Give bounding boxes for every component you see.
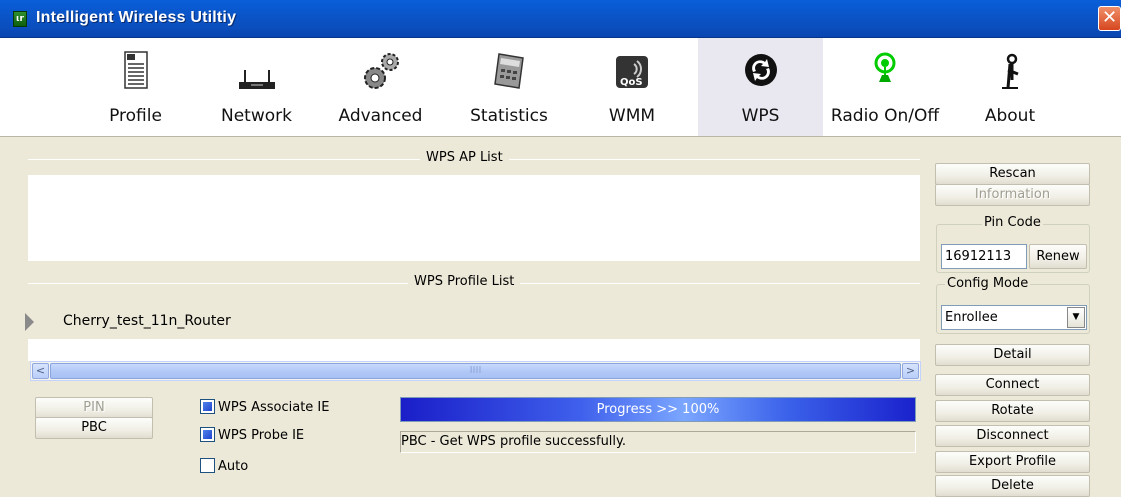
delete-button[interactable]: Delete bbox=[935, 475, 1090, 497]
wps-probe-ie-checkbox[interactable]: WPS Probe IE bbox=[200, 427, 304, 443]
tab-label-profile: Profile bbox=[109, 106, 162, 126]
app-icon: ιr bbox=[13, 11, 27, 27]
tab-advanced[interactable]: Advanced bbox=[333, 38, 428, 136]
information-button[interactable]: Information bbox=[935, 184, 1090, 206]
pin-button[interactable]: PIN bbox=[35, 397, 153, 419]
tab-label-about: About bbox=[984, 106, 1036, 126]
detail-button[interactable]: Detail bbox=[935, 344, 1090, 366]
ap-list-title: WPS AP List bbox=[420, 150, 509, 165]
tab-label-wps: WPS bbox=[741, 106, 780, 126]
tab-profile[interactable]: Profile bbox=[92, 38, 179, 136]
gears-icon bbox=[363, 53, 399, 89]
qos-icon: QoS bbox=[616, 56, 648, 88]
rotate-button[interactable]: Rotate bbox=[935, 400, 1090, 422]
wps-associate-ie-label: WPS Associate IE bbox=[218, 400, 330, 415]
profile-name: Cherry_test_11n_Router bbox=[63, 313, 231, 329]
selection-arrow-icon bbox=[25, 313, 34, 331]
horizontal-scrollbar[interactable]: < IIII > bbox=[30, 361, 921, 381]
pbc-button[interactable]: PBC bbox=[35, 417, 153, 439]
scrollbar-thumb[interactable]: IIII bbox=[50, 363, 901, 379]
scroll-left-button[interactable]: < bbox=[32, 363, 49, 379]
wps-probe-ie-label: WPS Probe IE bbox=[218, 428, 305, 443]
title-bar: ιr Intelligent Wireless Utiltiy ✕ bbox=[0, 0, 1121, 38]
pin-code-label: Pin Code bbox=[982, 215, 1043, 230]
scroll-right-button[interactable]: > bbox=[902, 363, 919, 379]
checkbox-unchecked-icon bbox=[200, 458, 215, 473]
tab-label-network: Network bbox=[221, 106, 292, 126]
radio-antenna-icon bbox=[874, 52, 896, 82]
pin-code-field[interactable]: 16912113 bbox=[941, 244, 1027, 269]
tab-wps[interactable]: WPS bbox=[698, 38, 823, 136]
window-title: Intelligent Wireless Utiltiy bbox=[36, 9, 237, 26]
tab-label-advanced: Advanced bbox=[338, 106, 423, 126]
status-text: PBC - Get WPS profile successfully. bbox=[400, 431, 916, 453]
export-profile-button[interactable]: Export Profile bbox=[935, 451, 1090, 473]
profile-icon bbox=[123, 51, 148, 89]
disconnect-button[interactable]: Disconnect bbox=[935, 425, 1090, 447]
wps-icon bbox=[744, 54, 777, 86]
wps-panel: WPS AP List WPS Profile List Cherry_test… bbox=[0, 137, 1121, 497]
rescan-button[interactable]: Rescan bbox=[935, 163, 1090, 185]
auto-checkbox[interactable]: Auto bbox=[200, 458, 248, 474]
dropdown-arrow-icon[interactable]: ▼ bbox=[1067, 307, 1085, 328]
renew-button[interactable]: Renew bbox=[1029, 244, 1087, 269]
config-mode-select[interactable]: Enrollee ▼ bbox=[941, 305, 1087, 330]
progress-bar: Progress >> 100% bbox=[400, 397, 916, 422]
connect-button[interactable]: Connect bbox=[935, 374, 1090, 396]
tab-about[interactable]: About bbox=[975, 38, 1045, 136]
tab-radio-on-off[interactable]: Radio On/Off bbox=[820, 38, 950, 136]
tab-label-wmm: WMM bbox=[608, 106, 656, 126]
wps-associate-ie-checkbox[interactable]: WPS Associate IE bbox=[200, 399, 329, 415]
checkbox-checked-icon bbox=[200, 399, 215, 414]
tab-network[interactable]: Network bbox=[209, 38, 304, 136]
svg-text:QoS: QoS bbox=[620, 77, 643, 88]
tab-label-radio-on-off: Radio On/Off bbox=[830, 106, 940, 126]
config-mode-value: Enrollee bbox=[945, 310, 998, 325]
tab-wmm[interactable]: QoS WMM bbox=[592, 38, 672, 136]
checkbox-checked-icon bbox=[200, 427, 215, 442]
wps-ap-list[interactable] bbox=[28, 175, 920, 261]
profile-list-empty-area[interactable] bbox=[28, 339, 920, 361]
toolbar: Profile Network Advanced Statistics QoS … bbox=[0, 38, 1121, 137]
network-router-icon bbox=[238, 70, 275, 89]
auto-label: Auto bbox=[218, 459, 249, 474]
calculator-icon bbox=[494, 53, 524, 89]
config-mode-label: Config Mode bbox=[945, 276, 1031, 291]
close-button[interactable]: ✕ bbox=[1098, 6, 1121, 31]
profile-list-title: WPS Profile List bbox=[408, 274, 521, 289]
tab-statistics[interactable]: Statistics bbox=[460, 38, 558, 136]
tab-label-statistics: Statistics bbox=[470, 106, 548, 126]
about-person-icon bbox=[1002, 53, 1019, 89]
